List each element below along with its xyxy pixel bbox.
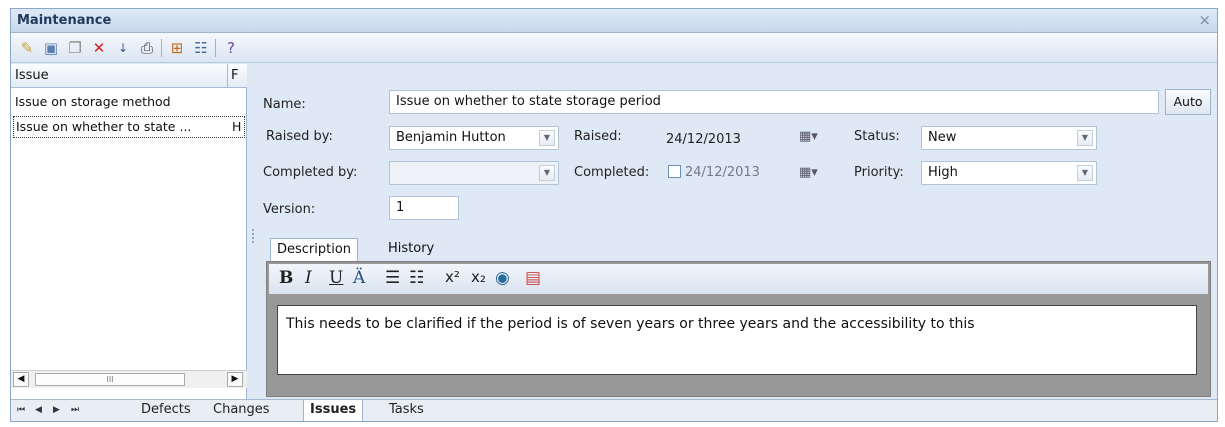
completed-by-label: Completed by:: [263, 165, 358, 180]
scroll-left-icon[interactable]: ◀: [13, 372, 29, 387]
name-field[interactable]: Issue on whether to state storage period: [389, 90, 1159, 114]
version-field[interactable]: 1: [389, 196, 459, 220]
editor-toolbar: B I U Ä ☰ ☷ x² x₂ ◉ ▤: [269, 264, 1208, 294]
scroll-right-icon[interactable]: ▶: [227, 372, 243, 387]
scroll-thumb[interactable]: III: [35, 373, 185, 386]
maintenance-window: Maintenance × ✎ ▣ ❐ ✕ ↓ ⎙ ⊞ ☷ ? Issue F …: [10, 8, 1218, 422]
hyperlink-icon[interactable]: ◉: [495, 268, 510, 288]
priority-value: High: [928, 165, 958, 180]
italic-button[interactable]: I: [305, 268, 312, 288]
list-item-issue: Issue on whether to state ...: [16, 119, 192, 134]
splitter-grip[interactable]: [252, 229, 255, 243]
status-select[interactable]: New ▼: [921, 126, 1097, 150]
version-label: Version:: [263, 202, 316, 217]
list-item-issue: Issue on storage method: [15, 94, 171, 109]
horizontal-scrollbar[interactable]: ◀ III ▶: [11, 370, 247, 388]
sort-icon[interactable]: ↓: [113, 38, 133, 58]
column-divider[interactable]: [227, 64, 228, 88]
underline-button[interactable]: U: [329, 268, 343, 288]
properties-icon[interactable]: ☷: [191, 38, 211, 58]
column-header-flag[interactable]: F: [231, 68, 238, 83]
raised-label: Raised:: [574, 129, 622, 144]
auto-button[interactable]: Auto: [1165, 89, 1211, 115]
save-icon[interactable]: ▣: [41, 38, 61, 58]
completed-date-field[interactable]: 24/12/2013: [668, 165, 760, 180]
detail-tabs: Description History: [266, 238, 1217, 262]
chevron-down-icon[interactable]: ▼: [539, 165, 555, 181]
document-icon[interactable]: ▤: [525, 268, 541, 288]
list-item[interactable]: Issue on storage method: [13, 92, 245, 114]
bottom-tab-bar: ⏮ ◀ ▶ ⏭ Defects Changes Issues Tasks: [11, 399, 1217, 421]
subscript-icon[interactable]: x₂: [471, 268, 486, 286]
tab-tasks[interactable]: Tasks: [383, 400, 430, 421]
list-header: Issue F: [11, 64, 247, 88]
status-value: New: [928, 130, 957, 145]
completed-label: Completed:: [574, 165, 650, 180]
raised-by-label: Raised by:: [266, 129, 333, 144]
print-icon[interactable]: ⎙: [137, 38, 157, 58]
description-editor: B I U Ä ☰ ☷ x² x₂ ◉ ▤ This needs to be c…: [266, 261, 1211, 397]
help-icon[interactable]: ?: [221, 38, 241, 58]
window-title: Maintenance: [17, 13, 112, 28]
chevron-down-icon[interactable]: ▼: [1077, 130, 1093, 146]
superscript-icon[interactable]: x²: [445, 268, 460, 286]
description-text[interactable]: This needs to be clarified if the period…: [277, 305, 1197, 375]
tab-history[interactable]: History: [382, 238, 440, 262]
status-label: Status:: [854, 129, 900, 144]
column-header-issue[interactable]: Issue: [15, 68, 49, 83]
priority-label: Priority:: [854, 165, 904, 180]
next-record-icon[interactable]: ▶: [53, 405, 60, 415]
list-item-flag: H: [232, 119, 242, 134]
numbered-list-icon[interactable]: ☷: [409, 268, 424, 288]
tab-issues[interactable]: Issues: [303, 400, 364, 421]
chevron-down-icon[interactable]: ▼: [1077, 165, 1093, 181]
bold-button[interactable]: B: [279, 268, 293, 288]
issue-list: Issue F Issue on storage method Issue on…: [11, 64, 247, 399]
raised-by-value: Benjamin Hutton: [396, 130, 506, 145]
tab-description[interactable]: Description: [270, 238, 359, 262]
font-color-icon[interactable]: Ä: [353, 268, 365, 288]
completed-date: 24/12/2013: [685, 165, 760, 180]
toolbar: ✎ ▣ ❐ ✕ ↓ ⎙ ⊞ ☷ ?: [11, 33, 1217, 63]
first-record-icon[interactable]: ⏮: [17, 405, 25, 415]
name-label: Name:: [263, 97, 306, 112]
toolbar-separator: [161, 39, 162, 57]
delete-icon[interactable]: ✕: [89, 38, 109, 58]
list-item-selected[interactable]: Issue on whether to state ... H: [13, 116, 245, 138]
hierarchy-icon[interactable]: ⊞: [167, 38, 187, 58]
copy-icon[interactable]: ❐: [65, 38, 85, 58]
priority-select[interactable]: High ▼: [921, 161, 1097, 185]
completed-by-select[interactable]: ▼: [389, 161, 559, 185]
raised-date[interactable]: 24/12/2013: [666, 132, 741, 147]
last-record-icon[interactable]: ⏭: [71, 405, 79, 415]
prev-record-icon[interactable]: ◀: [35, 405, 42, 415]
close-icon[interactable]: ×: [1198, 11, 1211, 29]
title-bar: Maintenance ×: [11, 9, 1217, 33]
calendar-icon[interactable]: ▦▾: [799, 165, 818, 180]
calendar-icon[interactable]: ▦▾: [799, 129, 818, 144]
new-icon[interactable]: ✎: [17, 38, 37, 58]
tab-changes[interactable]: Changes: [207, 400, 276, 421]
raised-by-select[interactable]: Benjamin Hutton ▼: [389, 126, 559, 150]
tab-defects[interactable]: Defects: [135, 400, 197, 421]
chevron-down-icon[interactable]: ▼: [539, 130, 555, 146]
toolbar-separator: [215, 39, 216, 57]
bullet-list-icon[interactable]: ☰: [385, 268, 400, 288]
completed-checkbox[interactable]: [668, 165, 681, 178]
